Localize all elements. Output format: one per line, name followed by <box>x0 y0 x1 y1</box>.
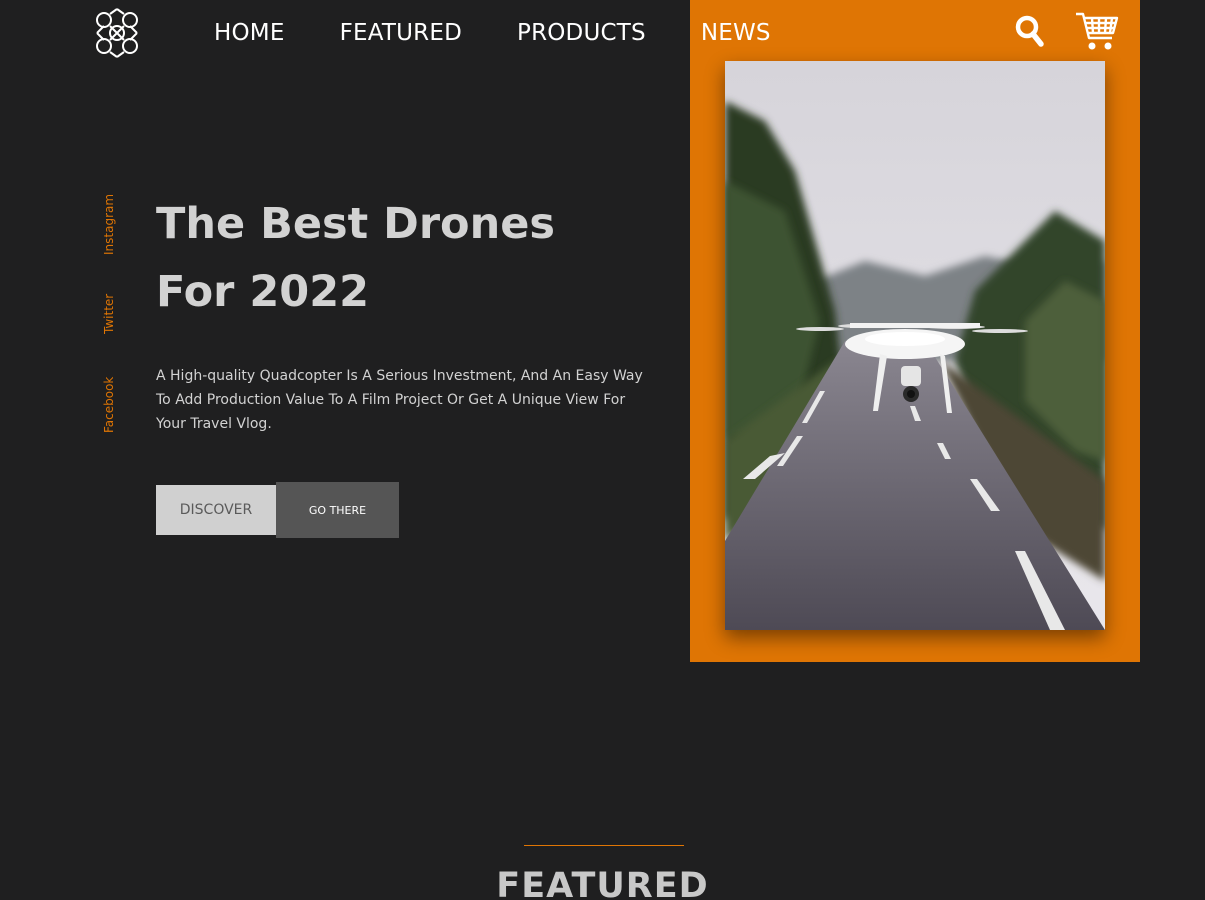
landing-page: HOME FEATURED PRODUCTS NEWS Instagram Tw… <box>0 0 1205 900</box>
hero-description: A High-quality Quadcopter Is A Serious I… <box>156 368 643 432</box>
hero-title-line1: The Best Drones <box>156 199 555 249</box>
social-instagram-link[interactable]: Instagram <box>102 194 116 255</box>
featured-heading: FEATURED <box>496 866 709 900</box>
nav-home[interactable]: HOME <box>214 18 285 48</box>
hero-title-line2: For 2022 <box>156 267 370 317</box>
drone-logo-icon[interactable] <box>90 6 144 60</box>
social-facebook-link[interactable]: Facebook <box>102 377 116 433</box>
main-nav: HOME FEATURED PRODUCTS NEWS <box>214 18 826 48</box>
go-there-button[interactable]: GO THERE <box>276 482 399 538</box>
nav-featured[interactable]: FEATURED <box>340 18 462 48</box>
hero-title: The Best Drones For 2022 <box>156 190 576 326</box>
search-icon[interactable] <box>1014 14 1046 48</box>
nav-news[interactable]: NEWS <box>701 18 771 48</box>
shopping-cart-icon[interactable] <box>1074 10 1120 52</box>
social-twitter-link[interactable]: Twitter <box>102 294 116 334</box>
section-divider <box>524 845 684 846</box>
discover-button[interactable]: DISCOVER <box>156 485 276 535</box>
hero-image <box>725 61 1105 630</box>
nav-products[interactable]: PRODUCTS <box>517 18 646 48</box>
